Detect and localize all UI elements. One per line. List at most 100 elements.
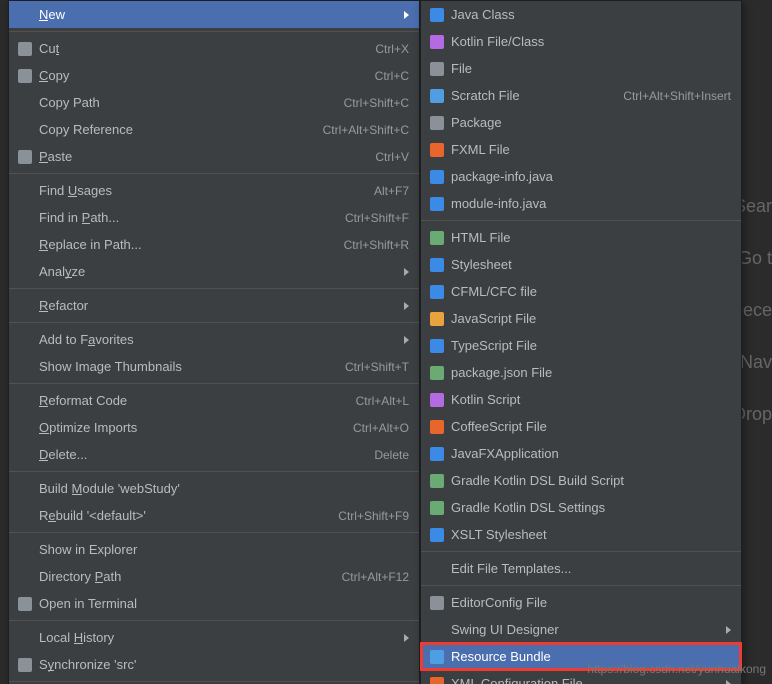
npm-icon (429, 365, 445, 381)
new-gradle-settings[interactable]: Gradle Kotlin DSL Settings (421, 494, 741, 521)
menu-new[interactable]: New (9, 1, 419, 28)
menu-build-module[interactable]: Build Module 'webStudy' (9, 475, 419, 502)
menu-synchronize[interactable]: Synchronize 'src' (9, 651, 419, 678)
menu-paste[interactable]: PasteCtrl+V (9, 143, 419, 170)
new-kotlin-script[interactable]: Kotlin Script (421, 386, 741, 413)
new-cfml[interactable]: CFML/CFC file (421, 278, 741, 305)
new-javafx[interactable]: JavaFXApplication (421, 440, 741, 467)
menu-item-label: Copy Path (39, 95, 332, 110)
separator (421, 585, 741, 586)
copy-icon (17, 68, 33, 84)
menu-item-label: module-info.java (451, 196, 731, 211)
new-js[interactable]: JavaScript File (421, 305, 741, 332)
shortcut: Alt+F7 (374, 184, 409, 198)
menu-directory-path[interactable]: Directory PathCtrl+Alt+F12 (9, 563, 419, 590)
cfml-icon (429, 284, 445, 300)
menu-item-label: Add to Favorites (39, 332, 398, 347)
package-icon (429, 115, 445, 131)
menu-item-label: XML Configuration File (451, 676, 720, 684)
cut-icon (17, 41, 33, 57)
separator (9, 471, 419, 472)
shortcut: Ctrl+Alt+Shift+C (323, 123, 409, 137)
menu-reformat[interactable]: Reformat Code Ctrl+Alt+L (9, 387, 419, 414)
new-kotlin[interactable]: Kotlin File/Class (421, 28, 741, 55)
menu-item-label: XSLT Stylesheet (451, 527, 731, 542)
new-submenu: Java Class Kotlin File/Class FileScratch F… (420, 0, 742, 684)
menu-cut[interactable]: CutCtrl+X (9, 35, 419, 62)
menu-local-history[interactable]: Local History (9, 624, 419, 651)
shortcut: Ctrl+Alt+O (353, 421, 409, 435)
new-ts[interactable]: TypeScript File (421, 332, 741, 359)
menu-copy-path[interactable]: Copy Path Ctrl+Shift+C (9, 89, 419, 116)
kotlin-icon (429, 34, 445, 50)
css-icon (429, 257, 445, 273)
menu-find-in-path[interactable]: Find in Path...Ctrl+Shift+F (9, 204, 419, 231)
menu-item-label: Copy (39, 68, 363, 83)
menu-item-label: EditorConfig File (451, 595, 731, 610)
menu-refactor[interactable]: Refactor (9, 292, 419, 319)
menu-copy[interactable]: Copy Ctrl+C (9, 62, 419, 89)
menu-item-label: Edit File Templates... (451, 561, 731, 576)
menu-item-label: FXML File (451, 142, 731, 157)
menu-item-label: Java Class (451, 7, 731, 22)
scratch-icon (429, 88, 445, 104)
paste-icon (17, 149, 33, 165)
gradle-icon (429, 500, 445, 516)
menu-item-label: CFML/CFC file (451, 284, 731, 299)
menu-item-label: New (39, 7, 398, 22)
shortcut: Ctrl+Alt+L (356, 394, 409, 408)
menu-optimize-imports[interactable]: Optimize ImportsCtrl+Alt+O (9, 414, 419, 441)
menu-item-label: Refactor (39, 298, 398, 313)
new-module-info[interactable]: module-info.java (421, 190, 741, 217)
new-package[interactable]: Package (421, 109, 741, 136)
submenu-arrow-icon (726, 680, 731, 684)
shortcut: Ctrl+Shift+C (344, 96, 409, 110)
menu-item-label: Analyze (39, 264, 398, 279)
menu-replace-in-path[interactable]: Replace in Path...Ctrl+Shift+R (9, 231, 419, 258)
new-file[interactable]: File (421, 55, 741, 82)
file-icon (429, 61, 445, 77)
shortcut: Ctrl+X (375, 42, 409, 56)
menu-show-explorer[interactable]: Show in Explorer (9, 536, 419, 563)
menu-item-label: JavaFXApplication (451, 446, 731, 461)
new-swing[interactable]: Swing UI Designer (421, 616, 741, 643)
shortcut: Ctrl+Shift+F (345, 211, 409, 225)
new-java-class[interactable]: Java Class (421, 1, 741, 28)
new-edit-templates[interactable]: Edit File Templates... (421, 555, 741, 582)
context-menu: New CutCtrl+X Copy Ctrl+C Copy Path Ctrl+Shif… (8, 0, 420, 684)
menu-show-thumbnails[interactable]: Show Image ThumbnailsCtrl+Shift+T (9, 353, 419, 380)
menu-find-usages[interactable]: Find UsagesAlt+F7 (9, 177, 419, 204)
new-html[interactable]: HTML File (421, 224, 741, 251)
new-editorconfig[interactable]: EditorConfig File (421, 589, 741, 616)
separator (9, 322, 419, 323)
new-package-info[interactable]: package-info.java (421, 163, 741, 190)
menu-rebuild[interactable]: Rebuild '<default>'Ctrl+Shift+F9 (9, 502, 419, 529)
separator (421, 551, 741, 552)
new-scratch[interactable]: Scratch FileCtrl+Alt+Shift+Insert (421, 82, 741, 109)
menu-item-label: HTML File (451, 230, 731, 245)
menu-open-terminal[interactable]: Open in Terminal (9, 590, 419, 617)
menu-analyze[interactable]: Analyze (9, 258, 419, 285)
menu-add-favorites[interactable]: Add to Favorites (9, 326, 419, 353)
new-coffee[interactable]: CoffeeScript File (421, 413, 741, 440)
menu-item-label: Reformat Code (39, 393, 344, 408)
menu-item-label: Directory Path (39, 569, 330, 584)
menu-item-label: Local History (39, 630, 398, 645)
submenu-arrow-icon (404, 634, 409, 642)
menu-item-label: Gradle Kotlin DSL Settings (451, 500, 731, 515)
new-stylesheet[interactable]: Stylesheet (421, 251, 741, 278)
minfo-icon (429, 196, 445, 212)
menu-item-label: Replace in Path... (39, 237, 332, 252)
menu-copy-reference[interactable]: Copy ReferenceCtrl+Alt+Shift+C (9, 116, 419, 143)
javafx-icon (429, 446, 445, 462)
shortcut: Ctrl+C (375, 69, 409, 83)
menu-item-label: Package (451, 115, 731, 130)
xslt-icon (429, 527, 445, 543)
new-fxml[interactable]: FXML File (421, 136, 741, 163)
menu-item-label: Kotlin File/Class (451, 34, 731, 49)
new-gradle-build[interactable]: Gradle Kotlin DSL Build Script (421, 467, 741, 494)
menu-delete[interactable]: Delete...Delete (9, 441, 419, 468)
new-package-json[interactable]: package.json File (421, 359, 741, 386)
menu-item-label: Swing UI Designer (451, 622, 720, 637)
new-xslt[interactable]: XSLT Stylesheet (421, 521, 741, 548)
